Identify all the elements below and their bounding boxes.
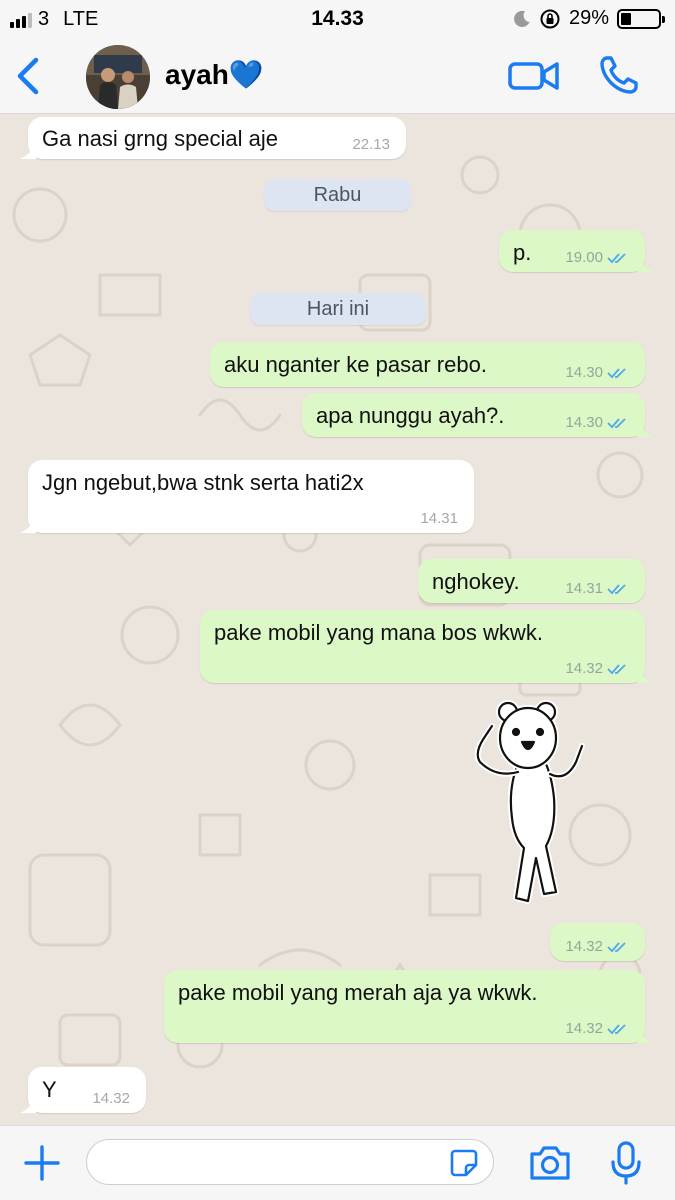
- camera-icon[interactable]: [528, 1144, 572, 1182]
- message-text: pake mobil yang merah aja ya wkwk.: [178, 980, 538, 1005]
- read-ticks-icon: [607, 663, 626, 674]
- message-text: Ga nasi grng special aje: [42, 126, 279, 151]
- battery-level: [621, 12, 632, 25]
- message-time: 14.32: [565, 660, 629, 677]
- message-text: p.: [513, 240, 532, 265]
- dancing-bear-sticker[interactable]: [466, 698, 596, 913]
- date-divider: Hari ini: [250, 293, 426, 325]
- message-time: 19.00: [565, 249, 629, 266]
- message-input[interactable]: [86, 1139, 494, 1185]
- message-bubble-outgoing[interactable]: p. 19.00: [499, 230, 653, 272]
- read-ticks-icon: [607, 583, 626, 594]
- message-text: Y: [42, 1077, 57, 1102]
- read-ticks-icon: [607, 367, 626, 378]
- status-bar: 3 LTE 14.33 29%: [0, 0, 675, 38]
- moon-icon: [514, 10, 530, 27]
- message-bubble-outgoing[interactable]: pake mobil yang mana bos wkwk. 14.32: [200, 610, 653, 683]
- message-text: nghokey.: [432, 569, 520, 594]
- message-bubble-incoming[interactable]: Ga nasi grng special aje 22.13: [20, 117, 406, 159]
- message-text: aku nganter ke pasar rebo.: [224, 352, 487, 377]
- rotation-lock-icon: [540, 9, 560, 28]
- video-call-icon[interactable]: [508, 58, 560, 94]
- message-time: 14.31: [565, 580, 629, 597]
- message-bubble-outgoing[interactable]: aku nganter ke pasar rebo. 14.30: [210, 342, 645, 387]
- battery-icon: [617, 8, 665, 29]
- date-divider: Rabu: [264, 179, 411, 211]
- message-time: 14.30: [565, 364, 629, 381]
- avatar[interactable]: [86, 45, 150, 109]
- message-time: 14.30: [565, 414, 629, 431]
- input-bar: [0, 1125, 675, 1200]
- message-time: 14.32: [565, 938, 629, 955]
- read-ticks-icon: [607, 1023, 626, 1034]
- read-ticks-icon: [607, 417, 626, 428]
- message-text: Jgn ngebut,bwa stnk serta hati2x: [42, 470, 364, 495]
- back-icon[interactable]: [12, 54, 48, 98]
- chat-area[interactable]: Ga nasi grng special aje 22.13 Rabu p. 1…: [0, 115, 675, 1125]
- message-time: 14.32: [92, 1090, 130, 1107]
- message-text: pake mobil yang mana bos wkwk.: [214, 620, 543, 645]
- read-ticks-icon: [607, 252, 626, 263]
- plus-icon[interactable]: [22, 1143, 62, 1183]
- chat-header: ayah💙: [0, 38, 675, 114]
- message-bubble-outgoing[interactable]: nghokey. 14.31: [418, 559, 645, 603]
- contact-name[interactable]: ayah💙: [165, 58, 264, 91]
- sticker-timestamp: 14.32: [550, 923, 645, 961]
- read-ticks-icon: [607, 941, 626, 952]
- message-text: apa nunggu ayah?.: [316, 403, 505, 428]
- message-time: 22.13: [352, 136, 390, 153]
- battery-percent: 29%: [568, 7, 609, 29]
- microphone-icon[interactable]: [610, 1140, 642, 1186]
- status-right: 29%: [513, 7, 665, 30]
- message-time: 14.32: [565, 1020, 629, 1037]
- message-bubble-incoming[interactable]: Y 14.32: [20, 1067, 146, 1113]
- sticker-icon[interactable]: [449, 1148, 479, 1178]
- message-bubble-outgoing[interactable]: apa nunggu ayah?. 14.30: [302, 393, 653, 437]
- message-time: 14.31: [420, 510, 458, 527]
- message-bubble-incoming[interactable]: Jgn ngebut,bwa stnk serta hati2x 14.31: [20, 460, 474, 533]
- message-bubble-outgoing[interactable]: pake mobil yang merah aja ya wkwk. 14.32: [164, 970, 653, 1043]
- phone-icon[interactable]: [598, 54, 640, 96]
